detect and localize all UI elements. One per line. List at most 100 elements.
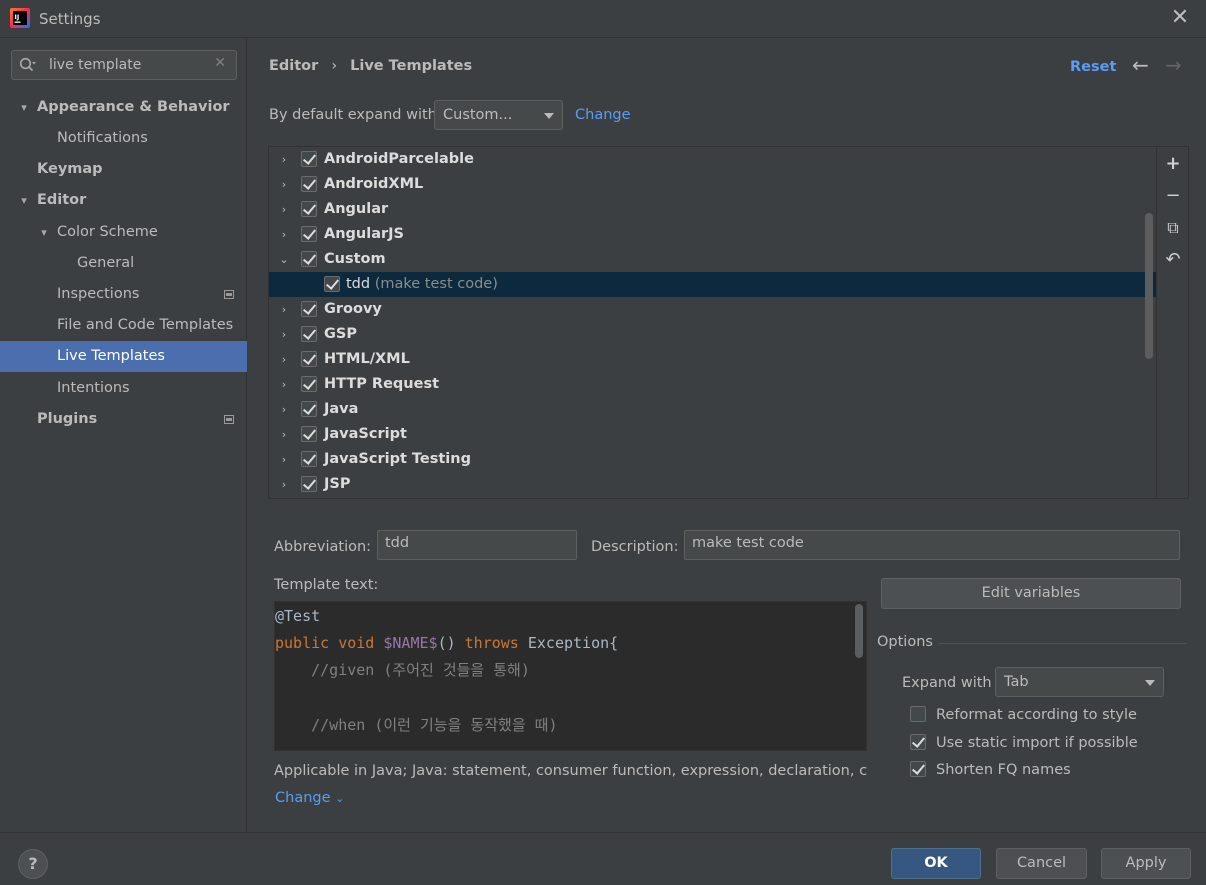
chevron-down-icon[interactable]: ▾	[17, 92, 31, 123]
settings-search-input[interactable]	[49, 54, 209, 76]
chevron-right-icon[interactable]: ›	[277, 472, 291, 497]
chevron-right-icon[interactable]: ›	[277, 422, 291, 447]
chevron-right-icon[interactable]: ›	[277, 397, 291, 422]
sidebar-item-plugins[interactable]: Plugins	[0, 404, 247, 435]
sidebar-item-live-templates[interactable]: Live Templates	[0, 341, 247, 372]
sidebar-item-general[interactable]: General	[0, 248, 247, 279]
reformat-checkbox[interactable]	[910, 706, 926, 722]
reset-link[interactable]: Reset	[1070, 59, 1116, 75]
clear-search-icon[interactable]: ✕	[214, 55, 226, 71]
chevron-right-icon[interactable]: ›	[277, 372, 291, 397]
reformat-label[interactable]: Reformat according to style	[936, 707, 1137, 723]
template-group-row[interactable]: › HTTP Request	[269, 372, 1156, 397]
group-checkbox[interactable]	[301, 476, 317, 492]
cancel-button[interactable]: Cancel	[996, 848, 1087, 879]
group-checkbox[interactable]	[301, 426, 317, 442]
chevron-right-icon[interactable]: ›	[277, 197, 291, 222]
group-checkbox[interactable]	[301, 201, 317, 217]
code-annotation: @Test	[275, 607, 321, 625]
template-group-name: GSP	[324, 326, 357, 342]
shorten-fq-checkbox[interactable]	[910, 761, 926, 777]
chevron-right-icon[interactable]: ›	[277, 297, 291, 322]
template-group-row-custom[interactable]: ⌄ Custom	[269, 247, 1156, 272]
template-row-tdd[interactable]: tdd (make test code)	[269, 272, 1156, 297]
copy-icon[interactable]: ⧉	[1162, 217, 1184, 239]
search-icon[interactable]	[19, 57, 37, 73]
sidebar-item-editor[interactable]: ▾ Editor	[0, 185, 247, 216]
sidebar-item-intentions[interactable]: Intentions	[0, 373, 247, 404]
apply-button[interactable]: Apply	[1101, 848, 1191, 879]
sidebar-item-label: Plugins	[37, 411, 98, 427]
code-text: Exception{	[527, 634, 619, 652]
sidebar-item-keymap[interactable]: Keymap	[0, 154, 247, 185]
group-checkbox[interactable]	[301, 226, 317, 242]
chevron-right-icon[interactable]: ›	[277, 222, 291, 247]
template-group-row[interactable]: › AngularJS	[269, 222, 1156, 247]
chevron-down-icon[interactable]: ▾	[37, 217, 51, 248]
static-import-checkbox[interactable]	[910, 734, 926, 750]
template-checkbox[interactable]	[324, 276, 340, 292]
template-group-row[interactable]: › HTML/XML	[269, 347, 1156, 372]
group-checkbox[interactable]	[301, 176, 317, 192]
template-group-row[interactable]: › Groovy	[269, 297, 1156, 322]
group-checkbox[interactable]	[301, 376, 317, 392]
group-checkbox[interactable]	[301, 301, 317, 317]
template-group-row[interactable]: › AndroidXML	[269, 172, 1156, 197]
static-import-label[interactable]: Use static import if possible	[936, 735, 1138, 751]
options-divider	[938, 643, 1186, 644]
template-group-name: Groovy	[324, 301, 382, 317]
editor-scrollbar[interactable]	[855, 604, 863, 658]
sidebar-item-color-scheme[interactable]: ▾ Color Scheme	[0, 217, 247, 248]
template-group-row[interactable]: › Angular	[269, 197, 1156, 222]
template-group-name: Custom	[324, 251, 386, 267]
template-group-name: AngularJS	[324, 226, 404, 242]
remove-icon[interactable]: −	[1162, 185, 1184, 207]
expand-with-select[interactable]: Tab	[995, 667, 1164, 697]
help-icon[interactable]: ?	[18, 849, 48, 879]
templates-scrollbar[interactable]	[1145, 213, 1153, 359]
shorten-fq-label[interactable]: Shorten FQ names	[936, 762, 1071, 778]
chevron-down-icon[interactable]: ⌄	[277, 247, 291, 272]
dropdown-arrow-icon	[1145, 680, 1155, 686]
group-checkbox[interactable]	[301, 251, 317, 267]
group-checkbox[interactable]	[301, 351, 317, 367]
template-group-row[interactable]: › JavaScript Testing	[269, 447, 1156, 472]
code-line-5: //when (이런 기능을 동작했을 때)	[275, 716, 558, 734]
template-text-editor[interactable]: @Test public void $NAME$() throws Except…	[274, 601, 867, 751]
chevron-right-icon[interactable]: ›	[277, 347, 291, 372]
group-checkbox[interactable]	[301, 451, 317, 467]
description-field[interactable]: make test code	[684, 530, 1180, 560]
template-group-row[interactable]: › AndroidParcelable	[269, 147, 1156, 172]
template-group-row[interactable]: › GSP	[269, 322, 1156, 347]
expand-default-select[interactable]: Custom...	[434, 100, 563, 130]
template-entry: tdd (make test code)	[346, 272, 498, 297]
arrow-left-icon[interactable]: ←	[1132, 53, 1149, 77]
template-group-row[interactable]: › Java	[269, 397, 1156, 422]
group-checkbox[interactable]	[301, 151, 317, 167]
sidebar-item-file-code-templates[interactable]: File and Code Templates	[0, 310, 247, 341]
edit-variables-button[interactable]: Edit variables	[881, 578, 1181, 609]
group-checkbox[interactable]	[301, 401, 317, 417]
chevron-right-icon[interactable]: ›	[277, 147, 291, 172]
chevron-right-icon[interactable]: ›	[277, 322, 291, 347]
abbreviation-field[interactable]: tdd	[377, 530, 577, 560]
close-icon[interactable]: ✕	[1168, 6, 1192, 30]
options-title: Options	[877, 634, 933, 650]
template-group-row[interactable]: › JavaScript	[269, 422, 1156, 447]
applicable-change-link[interactable]: Change ⌄	[275, 790, 344, 806]
chevron-right-icon[interactable]: ›	[277, 172, 291, 197]
group-checkbox[interactable]	[301, 326, 317, 342]
add-icon[interactable]: +	[1162, 153, 1184, 175]
chevron-right-icon[interactable]: ›	[277, 447, 291, 472]
sidebar-item-inspections[interactable]: Inspections	[0, 279, 247, 310]
sidebar-item-notifications[interactable]: Notifications	[0, 123, 247, 154]
restore-icon[interactable]: ↶	[1162, 249, 1184, 271]
sidebar-item-appearance-behavior[interactable]: ▾ Appearance & Behavior	[0, 92, 247, 123]
sidebar-item-label: Notifications	[57, 130, 148, 146]
expand-default-change-link[interactable]: Change	[575, 107, 631, 123]
template-group-row[interactable]: › JSP	[269, 472, 1156, 497]
breadcrumb-item-editor[interactable]: Editor	[269, 58, 318, 74]
settings-search-box[interactable]: ✕	[11, 50, 237, 80]
ok-button[interactable]: OK	[891, 848, 981, 879]
chevron-down-icon[interactable]: ▾	[17, 185, 31, 216]
